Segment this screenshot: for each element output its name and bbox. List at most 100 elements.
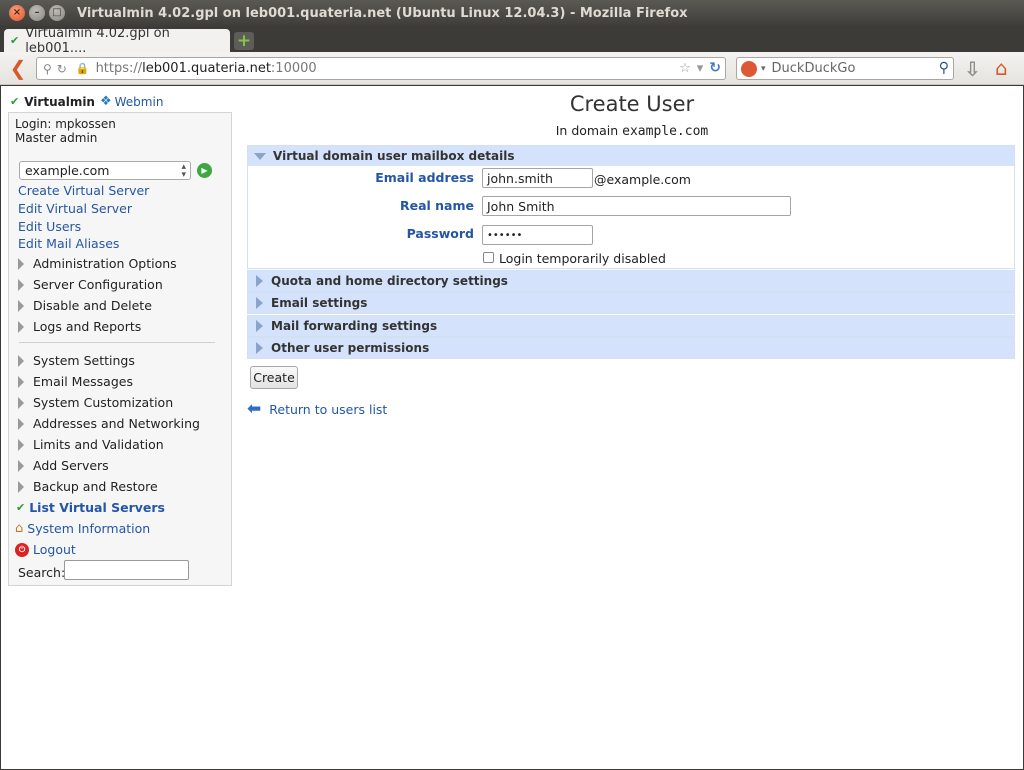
return-link-label: Return to users list xyxy=(269,401,388,417)
real-name-label: Real name xyxy=(399,198,474,213)
edit-users-link[interactable]: Edit Users xyxy=(18,219,81,234)
section-title: Other user permissions xyxy=(271,341,430,355)
expand-triangle-icon xyxy=(18,320,24,333)
category-administration-options[interactable]: Administration Options xyxy=(18,256,177,271)
category-server-configuration[interactable]: Server Configuration xyxy=(18,277,163,292)
downloads-icon[interactable]: ⇩ xyxy=(964,57,981,81)
mail-forwarding-section: Mail forwarding settings xyxy=(247,315,1015,337)
page-content: ✔ Virtualmin ❖ Webmin Login: mpkossen Ma… xyxy=(1,86,1023,769)
expand-triangle-icon xyxy=(18,354,24,367)
go-button[interactable]: ▶ xyxy=(197,163,212,178)
password-input[interactable]: •••••• xyxy=(482,225,593,245)
category-label: Email Messages xyxy=(33,374,133,389)
mailbox-details-header[interactable]: Virtual domain user mailbox details xyxy=(248,146,1014,166)
expand-triangle-icon xyxy=(18,480,24,493)
brand-row: ✔ Virtualmin ❖ Webmin xyxy=(10,94,163,109)
quota-section: Quota and home directory settings xyxy=(247,270,1015,292)
category-system-settings[interactable]: System Settings xyxy=(18,353,135,368)
category-label: Backup and Restore xyxy=(33,479,158,494)
category-label: Administration Options xyxy=(33,256,177,271)
logout-link[interactable]: ⏻ Logout xyxy=(15,542,76,557)
category-email-messages[interactable]: Email Messages xyxy=(18,374,133,389)
login-disabled-checkbox[interactable] xyxy=(483,252,494,263)
window-title: Virtualmin 4.02.gpl on leb001.quateria.n… xyxy=(77,5,688,21)
expand-triangle-icon xyxy=(18,375,24,388)
site-identity-icon[interactable]: ⚲ xyxy=(43,62,52,76)
expand-triangle-icon xyxy=(18,299,24,312)
url-dropdown-icon[interactable]: ▾ xyxy=(697,61,704,76)
create-button[interactable]: Create xyxy=(250,366,298,389)
navigation-bar: ❮ ⚲ ↻ 🔒 https://leb001.quateria.net:1000… xyxy=(0,52,1024,85)
real-name-input[interactable]: John Smith xyxy=(482,196,791,216)
list-virtual-servers-label: List Virtual Servers xyxy=(29,500,165,515)
section-title: Email settings xyxy=(271,296,368,310)
mail-forwarding-header[interactable]: Mail forwarding settings xyxy=(248,316,1014,336)
edit-mail-aliases-link[interactable]: Edit Mail Aliases xyxy=(18,236,119,251)
expand-triangle-icon xyxy=(18,459,24,472)
category-label: Limits and Validation xyxy=(33,437,164,452)
email-address-label: Email address xyxy=(375,170,474,185)
bookmark-star-icon[interactable]: ☆ xyxy=(679,61,691,76)
category-addresses-and-networking[interactable]: Addresses and Networking xyxy=(18,416,200,431)
main-frame: Create User In domain example.com Virtua… xyxy=(237,86,1023,769)
search-engine-dropdown-icon[interactable]: ▾ xyxy=(761,64,766,74)
section-title: Quota and home directory settings xyxy=(271,274,508,288)
search-icon[interactable]: ⚲ xyxy=(939,60,949,76)
mailbox-details-body: Email address john.smith @example.com Re… xyxy=(248,166,1014,268)
tab-strip: ✔ Virtualmin 4.02.gpl on leb001.... + xyxy=(0,26,1024,56)
expand-triangle-icon xyxy=(256,297,263,309)
category-label: Server Configuration xyxy=(33,277,163,292)
list-virtual-servers-link[interactable]: ✔ List Virtual Servers xyxy=(16,500,165,515)
mailbox-details-section: Virtual domain user mailbox details Emai… xyxy=(247,145,1015,269)
webmin-link[interactable]: Webmin xyxy=(115,95,164,109)
expand-triangle-icon xyxy=(18,257,24,270)
reload-icon[interactable]: ↻ xyxy=(709,60,721,76)
menu-box: Login: mpkossen Master admin example.com… xyxy=(8,112,232,586)
new-tab-button[interactable]: + xyxy=(234,31,254,51)
url-bar[interactable]: ⚲ ↻ 🔒 https://leb001.quateria.net:10000 … xyxy=(36,57,726,80)
domain-select[interactable]: example.com ▴ ▾ xyxy=(19,161,191,180)
select-arrows-icon: ▴ ▾ xyxy=(181,162,186,180)
lock-icon: 🔒 xyxy=(75,62,90,75)
category-disable-and-delete[interactable]: Disable and Delete xyxy=(18,298,152,313)
category-limits-and-validation[interactable]: Limits and Validation xyxy=(18,437,164,452)
window-minimize-button[interactable]: – xyxy=(29,5,45,21)
create-virtual-server-link[interactable]: Create Virtual Server xyxy=(18,183,149,198)
home-icon[interactable]: ⌂ xyxy=(995,56,1008,80)
menu-search-input[interactable] xyxy=(64,560,189,580)
browser-tab[interactable]: ✔ Virtualmin 4.02.gpl on leb001.... xyxy=(4,26,230,56)
expand-triangle-icon xyxy=(18,278,24,291)
expand-triangle-icon xyxy=(18,438,24,451)
expand-triangle-icon xyxy=(256,275,263,287)
url-host: leb001.quateria.net xyxy=(142,61,271,76)
email-address-input[interactable]: john.smith xyxy=(482,168,593,188)
quota-section-header[interactable]: Quota and home directory settings xyxy=(248,271,1014,291)
system-information-link[interactable]: ⌂ System Information xyxy=(15,521,150,536)
email-domain-suffix: @example.com xyxy=(594,172,691,187)
role-line: Master admin xyxy=(15,131,98,145)
user-permissions-header[interactable]: Other user permissions xyxy=(248,338,1014,358)
reload-small-icon: ↻ xyxy=(56,61,67,76)
window-close-button[interactable]: × xyxy=(9,5,25,21)
back-button[interactable]: ❮ xyxy=(8,56,28,80)
window-maximize-button[interactable]: □ xyxy=(49,5,65,21)
category-label: Logs and Reports xyxy=(33,319,142,334)
section-title: Virtual domain user mailbox details xyxy=(273,149,515,163)
url-port: :10000 xyxy=(270,61,317,76)
page-title: Create User xyxy=(569,92,695,116)
logout-label: Logout xyxy=(33,542,76,557)
duckduckgo-icon[interactable] xyxy=(741,60,757,77)
return-to-users-link[interactable]: ⬅ Return to users list xyxy=(247,399,387,419)
email-settings-header[interactable]: Email settings xyxy=(248,293,1014,313)
edit-virtual-server-link[interactable]: Edit Virtual Server xyxy=(18,201,132,216)
category-logs-and-reports[interactable]: Logs and Reports xyxy=(18,319,141,334)
category-system-customization[interactable]: System Customization xyxy=(18,395,173,410)
search-bar[interactable]: ▾ DuckDuckGo ⚲ xyxy=(736,57,954,80)
category-backup-and-restore[interactable]: Backup and Restore xyxy=(18,479,158,494)
login-line: Login: mpkossen xyxy=(15,117,116,131)
house-icon: ⌂ xyxy=(15,521,24,536)
category-label: System Settings xyxy=(33,353,135,368)
webmin-icon: ❖ xyxy=(99,94,112,109)
category-add-servers[interactable]: Add Servers xyxy=(18,458,109,473)
virtualmin-tab[interactable]: Virtualmin xyxy=(24,95,95,109)
